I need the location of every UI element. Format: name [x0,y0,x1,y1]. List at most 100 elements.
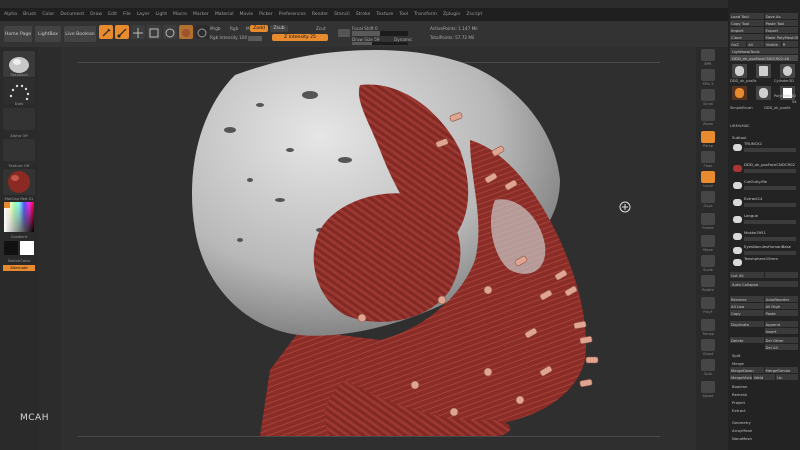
sculpt-model[interactable] [0,0,800,450]
merge-header[interactable]: Merge [730,360,798,366]
xpose-button[interactable] [701,381,715,393]
polyf-label: PolyF [703,310,713,314]
subtool-toggles[interactable] [744,203,796,207]
tool-palette: Load Tool Save As Copy Tool Paste Tool Imp… [728,0,800,450]
subtool-item[interactable]: Langue [730,213,798,227]
move-view-button[interactable] [701,235,715,247]
save-as-button[interactable]: Save As [764,13,798,19]
tool-thumb-polymesh[interactable] [780,64,795,78]
persp-label: Persp [703,144,713,148]
boolean-header[interactable]: Boolean [730,383,798,389]
solo-button[interactable] [701,359,715,371]
subtool-toggles[interactable] [744,169,796,173]
split-header[interactable]: Split [730,352,798,358]
subtool-toggles[interactable] [744,148,796,152]
subtool-item[interactable]: Extract14 [730,196,798,210]
subtool-name: EyesNoculesHumanBase [744,244,791,249]
rotate-view-button[interactable] [701,275,715,287]
export-button[interactable]: Export [764,27,798,33]
persp-button[interactable] [701,131,715,143]
merge-down-button[interactable]: MergeDown [730,367,764,373]
local-button[interactable] [701,171,715,183]
goz-button[interactable]: GoZ [730,41,747,47]
frame-button[interactable] [701,213,715,225]
make-polymesh-button[interactable]: Make PolyMesh3D [764,34,798,40]
subtool-toggles[interactable] [744,237,796,241]
import-button[interactable]: Import [730,27,764,33]
ghost-label: Ghost [702,352,714,356]
tool-caption-4: SimpleBrush [730,106,753,110]
bpr-button[interactable] [701,49,715,61]
subtool-icon [733,216,742,223]
ghost-button[interactable] [701,339,715,351]
delete-button[interactable]: Delete [730,337,764,343]
subtool-header[interactable]: Subtool [730,134,798,140]
tool-caption-3: PolyMesh3D [774,94,796,98]
list-all-button[interactable]: List All [730,272,764,278]
merge-visible-button[interactable]: MergeVisible [730,374,752,380]
tool-thumb-cylinder[interactable] [756,64,771,78]
subtool-icon [733,199,742,206]
zoom-button[interactable] [701,109,715,121]
nanomesh-header[interactable]: NanoMesh [730,435,798,441]
insert-button[interactable]: Insert [764,328,798,334]
load-tool-button[interactable]: Load Tool [730,13,764,19]
subtool-item[interactable]: DDD_ok_posFaceCNDCR02 [730,162,798,176]
autoreorder-button[interactable]: AutoReorder [764,296,798,302]
list-arrows[interactable] [764,272,798,278]
weld-button[interactable]: Weld [753,374,775,380]
copy-button[interactable]: Copy [730,310,764,316]
tool-thumb-head[interactable] [732,64,747,78]
merge-similar-button[interactable]: MergeSimilar [764,367,798,373]
auto-collapse-button[interactable]: Auto Collapse [730,281,798,287]
remesh-header[interactable]: Remesh [730,391,798,397]
subtool-icon [733,247,742,254]
project-header[interactable]: Project [730,399,798,405]
append-button[interactable]: Append [764,321,798,327]
del-all-button[interactable]: Del All [764,344,798,350]
paste-button[interactable]: Paste [764,310,798,316]
local-label: Local [703,184,713,188]
all-low-button[interactable]: All Low [730,303,764,309]
subtool-item[interactable]: TRUNCK1 [730,141,798,155]
scroll-button[interactable] [701,89,715,101]
spix-label: SPix 3 [702,82,714,86]
transp-button[interactable] [701,319,715,331]
duplicate-button[interactable]: Duplicate [730,321,764,327]
rename-button[interactable]: Rename [730,296,764,302]
subtool-toggles[interactable] [744,186,796,190]
extract-header[interactable]: Extract [730,407,798,413]
frame-label: Frame [702,226,714,230]
clone-button[interactable]: Clone [730,34,764,40]
subtool-toggles[interactable] [744,251,796,255]
goz-all-button[interactable]: All [747,41,764,47]
all-high-button[interactable]: All High [764,303,798,309]
polyf-button[interactable] [701,297,715,309]
del-other-button[interactable]: Del Other [764,337,798,343]
subtool-item[interactable]: CutOutly.Me [730,179,798,193]
subtool-toggles[interactable] [744,220,796,224]
uv-button[interactable]: Uv [776,374,798,380]
geometry-header[interactable]: Geometry [730,419,798,425]
spix-button[interactable] [701,69,715,81]
floor-label: Floor [703,164,713,168]
floor-button[interactable] [701,151,715,163]
arraymesh-header[interactable]: ArrayMesh [730,427,798,433]
masseter-muscle [313,193,461,322]
goz-r-button[interactable]: R [781,41,798,47]
tool-thumb-head-2[interactable] [756,86,771,100]
tool-thumb-simplebrush[interactable] [732,86,747,100]
lightbox-tools-button[interactable]: Lightbox▸Tools [730,48,798,54]
subtool-item[interactable]: Mokke3951 [730,230,798,244]
subtool-item[interactable]: Teeshphere15mm [730,256,798,270]
scroll-label: Scroll [703,102,713,106]
bpr-label: BPR [704,62,712,66]
current-tool-slider[interactable]: DDD_ok_posFaceCNDCR02:48 [730,55,798,61]
gxyz-button[interactable] [701,191,715,203]
tool-count: 54 [792,100,797,104]
paste-tool-button[interactable]: Paste Tool [764,20,798,26]
goz-visible-button[interactable]: Visible [764,41,781,47]
copy-tool-button[interactable]: Copy Tool [730,20,764,26]
subtool-name: Mokke3951 [744,230,766,235]
scale-view-button[interactable] [701,255,715,267]
